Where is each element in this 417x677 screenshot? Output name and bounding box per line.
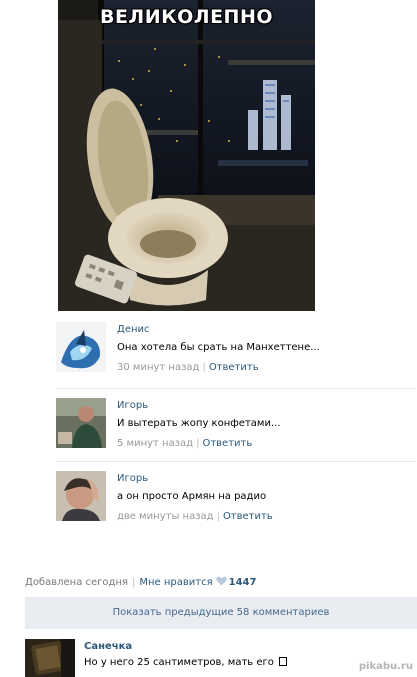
comment-meta: 5 минут назад | Ответить: [117, 438, 252, 449]
comment-text: И вытерать жопу конфетами...: [117, 418, 281, 429]
photo-caption: ВЕЛИКОЛЕПНО: [99, 6, 274, 28]
avatar[interactable]: [56, 398, 106, 448]
comment-time[interactable]: 30 минут назад: [117, 362, 199, 373]
comment-time[interactable]: две минуты назад: [117, 511, 214, 522]
post-photo[interactable]: ВЕЛИКОЛЕПНО: [58, 0, 315, 311]
like-count[interactable]: 1447: [229, 577, 257, 588]
comment-item: Игорь И вытерать жопу конфетами... 5 мин…: [56, 398, 356, 454]
comment-author[interactable]: Денис: [117, 324, 150, 335]
separator: |: [196, 438, 200, 449]
show-previous-comments-button[interactable]: Показать предыдущие 58 комментариев: [25, 597, 417, 629]
reply-link[interactable]: Ответить: [202, 438, 252, 449]
comment-meta: две минуты назад | Ответить: [117, 511, 273, 522]
comment-meta: 30 минут назад | Ответить: [117, 362, 259, 373]
box-glyph-icon: [279, 657, 288, 666]
reply-link[interactable]: Ответить: [209, 362, 259, 373]
comment-text-content: Но у него 25 сантиметров, мать его: [84, 657, 274, 668]
post-date: Добавлена сегодня: [25, 577, 128, 588]
toilet-night-city-image: [58, 0, 315, 311]
like-button[interactable]: Мне нравится: [139, 577, 212, 588]
comment-author[interactable]: Санечка: [84, 641, 132, 652]
avatar[interactable]: [56, 322, 106, 372]
comment-author[interactable]: Игорь: [117, 400, 148, 411]
comment-item: Денис Она хотела бы срать на Манхеттене.…: [56, 322, 356, 378]
divider: [56, 461, 416, 462]
separator: |: [216, 511, 220, 522]
post-footer: Добавлена сегодня | Мне нравится 1447: [25, 576, 417, 589]
heart-icon[interactable]: [215, 576, 227, 589]
avatar[interactable]: [25, 639, 75, 677]
divider: [56, 388, 416, 389]
comment-text: Она хотела бы срать на Манхеттене...: [117, 342, 320, 353]
comment-item: Игорь а он просто Армян на радио две мин…: [56, 471, 356, 527]
comment-author[interactable]: Игорь: [117, 473, 148, 484]
comment-text: а он просто Армян на радио: [117, 491, 267, 502]
watermark: pikabu.ru: [358, 661, 413, 672]
comment-text: Но у него 25 сантиметров, мать его: [84, 657, 288, 668]
comment-time[interactable]: 5 минут назад: [117, 438, 193, 449]
reply-link[interactable]: Ответить: [223, 511, 273, 522]
separator: |: [132, 577, 136, 588]
separator: |: [202, 362, 206, 373]
avatar[interactable]: [56, 471, 106, 521]
